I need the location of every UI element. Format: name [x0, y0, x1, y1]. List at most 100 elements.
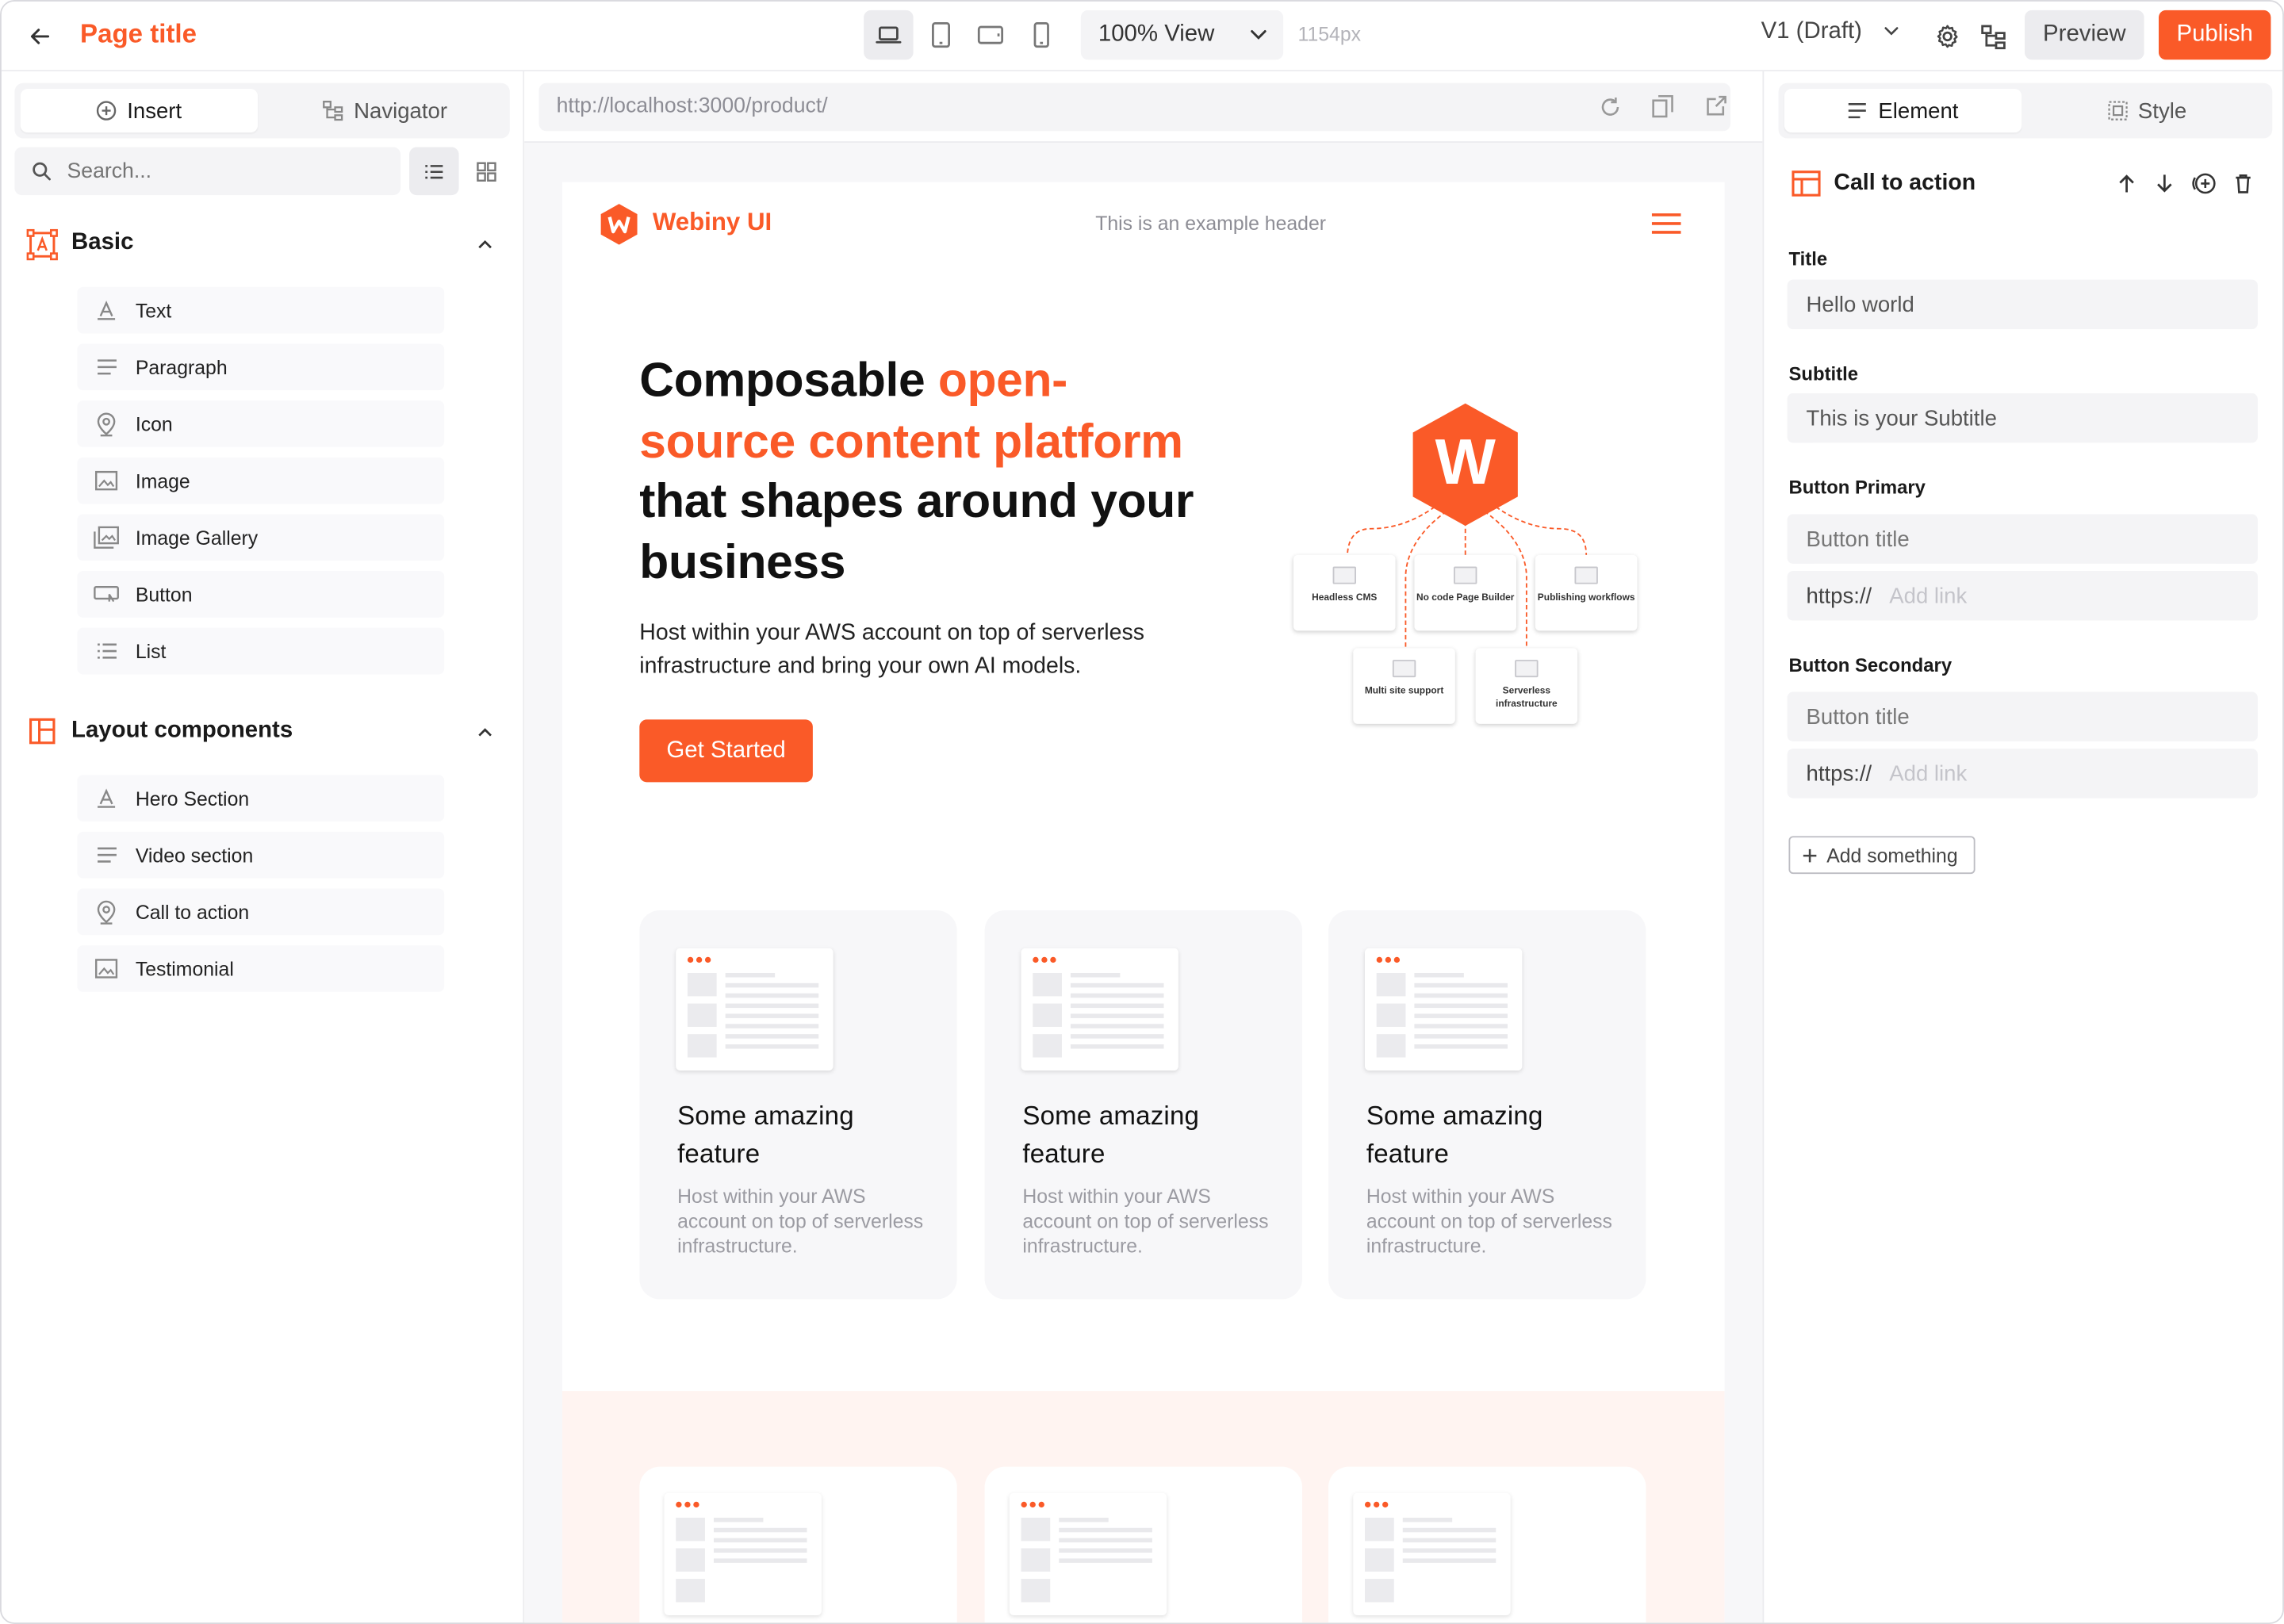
diagram-node-label: Serverless infrastructure: [1496, 686, 1558, 710]
site-header-text: This is an example header: [1095, 213, 1327, 235]
tab-style[interactable]: Style: [2028, 89, 2267, 132]
subtitle-input-value: This is your Subtitle: [1806, 405, 1997, 431]
layout-icon: [29, 718, 56, 745]
element-text[interactable]: Text: [77, 286, 445, 334]
copy-icon[interactable]: [1652, 94, 1674, 118]
device-tablet-landscape-button[interactable]: [966, 10, 1015, 59]
element-label: Paragraph: [135, 356, 228, 378]
grid-icon: [477, 161, 496, 182]
search-icon: [33, 162, 51, 181]
chevron-up-icon: [478, 728, 492, 737]
tab-element[interactable]: Element: [1784, 89, 2022, 133]
device-desktop-button[interactable]: [864, 10, 914, 60]
paragraph-icon: [97, 847, 117, 863]
tab-navigator[interactable]: Navigator: [265, 89, 504, 132]
add-circle-icon: [2192, 173, 2216, 194]
button-secondary-title-input[interactable]: Button title: [1787, 691, 2258, 741]
group-header-layout[interactable]: Layout components: [26, 715, 501, 750]
publish-button[interactable]: Publish: [2158, 10, 2271, 60]
page-builder-app: Page title 100% View 1154px V1 (Draft) P…: [0, 0, 2284, 1624]
element-search[interactable]: [14, 147, 401, 196]
element-label: Call to action: [135, 901, 250, 923]
tablet-landscape-icon: [977, 25, 1004, 44]
align-left-icon: [1849, 103, 1867, 119]
trash-icon: [2236, 174, 2251, 193]
grid-view-button[interactable]: [462, 147, 511, 196]
device-tablet-button[interactable]: [916, 10, 965, 59]
gallery-icon: [94, 526, 119, 549]
laptop-icon: [876, 26, 902, 44]
title-input[interactable]: Hello world: [1787, 279, 2258, 330]
element-icon[interactable]: Icon: [77, 400, 445, 447]
element-button[interactable]: Button: [77, 571, 445, 618]
preview-button[interactable]: Preview: [2025, 10, 2144, 60]
plus-icon: [1803, 848, 1817, 862]
search-input[interactable]: [63, 155, 391, 188]
site-preview: Webiny UI This is an example header Comp…: [561, 182, 1725, 1623]
url-bar[interactable]: http://localhost:3000/product/: [538, 82, 1730, 132]
section-card: [639, 1466, 957, 1623]
version-select[interactable]: V1 (Draft): [1761, 19, 1899, 45]
zoom-select[interactable]: 100% View: [1080, 10, 1284, 60]
tinted-section: [561, 1391, 1725, 1623]
list-view-button[interactable]: [409, 147, 459, 196]
feature-text: Host within your AWS account on top of s…: [1022, 1185, 1269, 1258]
refresh-icon[interactable]: [1600, 96, 1622, 118]
element-call-to-action[interactable]: Call to action: [77, 888, 445, 936]
section-card: [1328, 1466, 1646, 1623]
button-primary-link-input[interactable]: https:// Add link: [1787, 571, 2258, 621]
diagram-node-label: Multi site support: [1364, 686, 1444, 696]
feature-card: Some amazing feature Host within your AW…: [639, 910, 957, 1300]
element-label: Image Gallery: [135, 527, 259, 549]
field-label-button-primary: Button Primary: [1788, 476, 1926, 499]
arrow-down-icon: [2157, 174, 2172, 193]
diagram-node: No code Page Builder: [1414, 554, 1517, 631]
page-title[interactable]: Page title: [80, 19, 197, 50]
move-up-button[interactable]: [2113, 170, 2140, 197]
add-something-button[interactable]: Add something: [1788, 836, 1976, 875]
field-label-subtitle: Subtitle: [1788, 362, 1859, 385]
section-card-thumbnail: [1009, 1492, 1167, 1616]
tab-style-label: Style: [2137, 98, 2187, 124]
text-frame-icon: [26, 228, 58, 261]
element-testimonial[interactable]: Testimonial: [77, 945, 445, 992]
structure-button[interactable]: [1976, 21, 2008, 52]
button-primary-title-input[interactable]: Button title: [1787, 514, 2258, 564]
group-header-basic[interactable]: Basic: [26, 228, 501, 262]
feature-text: Host within your AWS account on top of s…: [677, 1185, 924, 1258]
brand-name[interactable]: Webiny UI: [653, 209, 772, 238]
text-icon: [98, 788, 116, 808]
get-started-button[interactable]: Get Started: [639, 719, 813, 783]
element-image-gallery[interactable]: Image Gallery: [77, 514, 445, 561]
right-panel-tabs: Element Style: [1778, 82, 2273, 139]
hamburger-menu-button[interactable]: [1649, 209, 1684, 238]
hero-title: Composable open-source content platform …: [639, 350, 1207, 592]
link-placeholder: Add link: [1889, 760, 1968, 786]
duplicate-button[interactable]: [2190, 170, 2219, 197]
element-list[interactable]: List: [77, 627, 445, 675]
open-external-icon[interactable]: [1706, 94, 1728, 117]
subtitle-input[interactable]: This is your Subtitle: [1787, 393, 2258, 443]
button-icon: [94, 586, 119, 603]
back-arrow-icon[interactable]: [25, 22, 54, 52]
element-paragraph[interactable]: Paragraph: [77, 343, 445, 391]
diagram-logo: W: [1407, 400, 1523, 531]
left-panel-tabs: Insert Navigator: [14, 82, 510, 139]
url-text: http://localhost:3000/product/: [556, 94, 828, 118]
button-secondary-link-input[interactable]: https:// Add link: [1787, 749, 2258, 799]
element-hero-section[interactable]: Hero Section: [77, 775, 445, 822]
brand-logo[interactable]: [599, 202, 642, 249]
element-label: Testimonial: [135, 957, 234, 980]
tab-insert[interactable]: Insert: [20, 89, 259, 133]
device-mobile-button[interactable]: [1017, 10, 1066, 59]
map-pin-icon: [97, 412, 116, 436]
hero-title-part2: that shapes around your business: [639, 473, 1194, 588]
move-down-button[interactable]: [2152, 170, 2178, 197]
element-image[interactable]: Image: [77, 457, 445, 504]
tab-insert-label: Insert: [127, 98, 182, 124]
top-bar: Page title 100% View 1154px V1 (Draft) P…: [1, 1, 2283, 72]
settings-button[interactable]: [1931, 21, 1963, 52]
diagram-node: Publishing workflows: [1535, 554, 1638, 631]
element-video-section[interactable]: Video section: [77, 831, 445, 879]
delete-button[interactable]: [2230, 170, 2256, 197]
